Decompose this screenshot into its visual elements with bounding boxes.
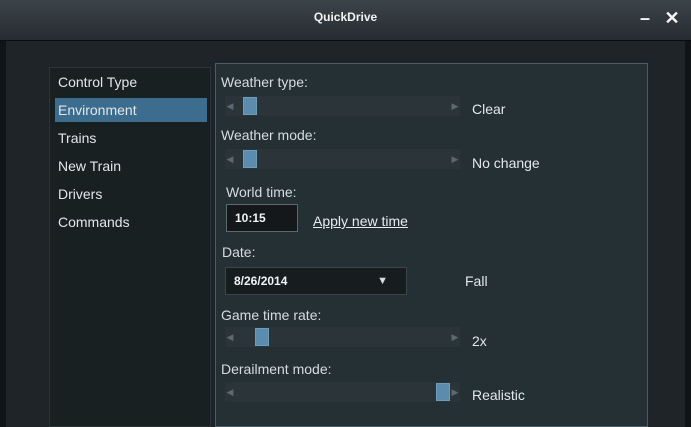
weather-mode-label: Weather mode: — [221, 127, 317, 143]
sidebar-item-commands[interactable]: Commands — [55, 210, 207, 234]
weather-type-value: Clear — [472, 101, 506, 117]
minimize-button[interactable]: – — [635, 8, 655, 28]
apply-new-time-link[interactable]: Apply new time — [313, 213, 408, 229]
game-time-rate-slider[interactable]: ◀ ▶ — [225, 327, 460, 347]
derailment-mode-slider-thumb[interactable] — [436, 383, 450, 401]
title-bar[interactable]: QuickDrive – ✕ — [0, 0, 691, 41]
game-time-rate-label: Game time rate: — [221, 307, 322, 323]
slider-left-arrow-icon[interactable]: ◀ — [225, 96, 235, 116]
derailment-mode-slider[interactable]: ◀ ▶ — [225, 382, 460, 402]
world-time-field[interactable]: 10:15 — [226, 204, 298, 232]
slider-left-arrow-icon[interactable]: ◀ — [225, 327, 235, 347]
derailment-mode-label: Derailment mode: — [221, 361, 332, 377]
slider-right-arrow-icon[interactable]: ▶ — [450, 96, 460, 116]
weather-type-slider-thumb[interactable] — [243, 97, 258, 115]
weather-mode-slider[interactable]: ◀ ▶ — [225, 149, 460, 169]
sidebar-item-environment[interactable]: Environment — [55, 98, 207, 122]
weather-type-label: Weather type: — [221, 74, 308, 90]
weather-mode-value: No change — [472, 155, 540, 171]
date-dropdown[interactable]: 8/26/2014 ▼ — [225, 267, 407, 295]
date-label: Date: — [222, 244, 256, 260]
world-time-label: World time: — [226, 184, 297, 200]
quickdrive-window: QuickDrive – ✕ Control Type Environment … — [0, 0, 691, 427]
window-title: QuickDrive — [313, 10, 378, 24]
slider-left-arrow-icon[interactable]: ◀ — [225, 382, 235, 402]
sidebar-item-control-type[interactable]: Control Type — [55, 70, 207, 94]
date-value: 8/26/2014 — [234, 274, 288, 288]
weather-mode-slider-thumb[interactable] — [243, 150, 258, 168]
derailment-mode-value: Realistic — [472, 387, 525, 403]
close-button[interactable]: ✕ — [662, 8, 682, 28]
game-time-rate-value: 2x — [472, 333, 487, 349]
game-time-rate-slider-thumb[interactable] — [255, 328, 270, 346]
slider-right-arrow-icon[interactable]: ▶ — [450, 327, 460, 347]
season-value: Fall — [465, 273, 488, 289]
sidebar-item-drivers[interactable]: Drivers — [55, 182, 207, 206]
slider-left-arrow-icon[interactable]: ◀ — [225, 149, 235, 169]
sidebar-item-new-train[interactable]: New Train — [55, 154, 207, 178]
sidebar: Control Type Environment Trains New Trai… — [49, 67, 211, 427]
chevron-down-icon: ▼ — [377, 275, 388, 287]
weather-type-slider[interactable]: ◀ ▶ — [225, 96, 460, 116]
slider-right-arrow-icon[interactable]: ▶ — [450, 149, 460, 169]
sidebar-item-trains[interactable]: Trains — [55, 126, 207, 150]
slider-right-arrow-icon[interactable]: ▶ — [450, 382, 460, 402]
